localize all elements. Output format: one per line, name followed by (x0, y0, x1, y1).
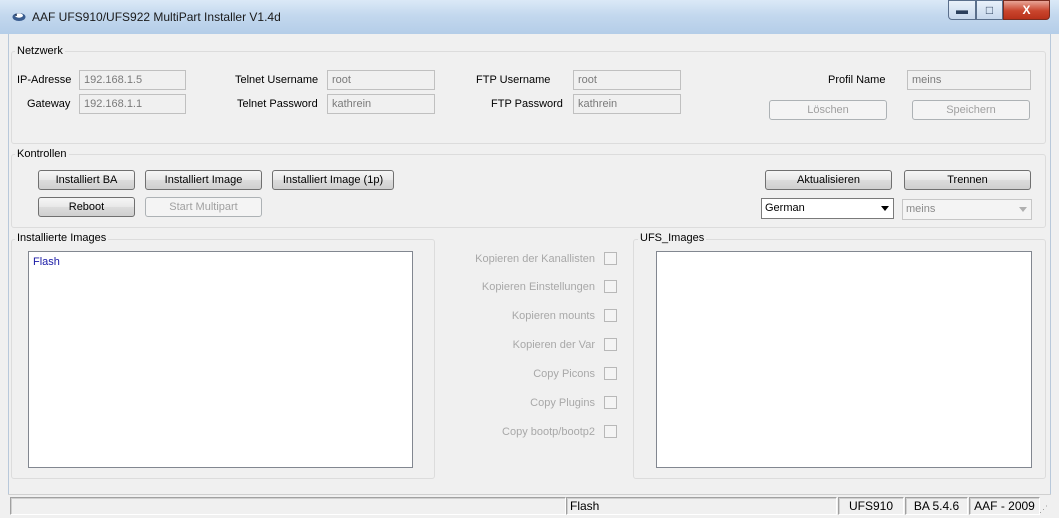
close-icon: X (1022, 3, 1031, 17)
app-window: AAF UFS910/UFS922 MultiPart Installer V1… (0, 0, 1059, 518)
resize-grip-icon[interactable]: ⋰ (1039, 504, 1048, 515)
save-profile-button[interactable]: Speichern (912, 100, 1030, 120)
profile-select[interactable]: meins (902, 199, 1032, 220)
copy-settings-checkbox[interactable] (604, 280, 617, 293)
status-panel-ba-version: BA 5.4.6 (905, 497, 968, 515)
profile-name-label: Profil Name (828, 74, 886, 86)
copy-channellists-option[interactable]: Kopieren der Kanallisten (449, 252, 617, 268)
reboot-button[interactable]: Reboot (38, 197, 135, 217)
minimize-icon: ▬ (956, 3, 968, 17)
controls-group-title: Kontrollen (15, 148, 69, 160)
copy-bootp-label: Copy bootp/bootp2 (502, 426, 595, 438)
ftp-username-label: FTP Username (476, 74, 551, 86)
installed-images-title: Installierte Images (15, 232, 109, 244)
window-title: AAF UFS910/UFS922 MultiPart Installer V1… (32, 10, 281, 24)
copy-bootp-checkbox[interactable] (604, 425, 617, 438)
copy-channellists-label: Kopieren der Kanallisten (475, 253, 595, 265)
client-area: Netzwerk IP-Adresse 192.168.1.5 Gateway … (8, 34, 1051, 518)
copy-settings-label: Kopieren Einstellungen (481, 281, 595, 293)
copy-plugins-option[interactable]: Copy Plugins (449, 396, 617, 412)
copy-picons-option[interactable]: Copy Picons (449, 367, 617, 383)
language-select-value: German (765, 202, 805, 214)
title-bar[interactable]: AAF UFS910/UFS922 MultiPart Installer V1… (0, 0, 1059, 34)
telnet-password-field[interactable]: kathrein (327, 94, 435, 114)
copy-settings-option[interactable]: Kopieren Einstellungen (449, 280, 617, 296)
copy-plugins-label: Copy Plugins (530, 397, 595, 409)
language-select[interactable]: German (761, 198, 894, 219)
disconnect-button[interactable]: Trennen (904, 170, 1031, 190)
copy-picons-label: Copy Picons (533, 368, 595, 380)
profile-name-field[interactable]: meins (907, 70, 1031, 90)
copy-channellists-checkbox[interactable] (604, 252, 617, 265)
network-group-title: Netzwerk (15, 45, 65, 57)
telnet-username-field[interactable]: root (327, 70, 435, 90)
copy-mounts-label: Kopieren mounts (511, 310, 595, 322)
ip-field[interactable]: 192.168.1.5 (79, 70, 186, 90)
minimize-button[interactable]: ▬ (948, 0, 976, 20)
close-button[interactable]: X (1003, 0, 1050, 20)
refresh-button[interactable]: Aktualisieren (765, 170, 892, 190)
ftp-password-label: FTP Password (491, 98, 563, 110)
copy-var-checkbox[interactable] (604, 338, 617, 351)
copy-var-option[interactable]: Kopieren der Var (449, 338, 617, 354)
status-panel-image: Flash (566, 497, 837, 515)
chevron-down-icon (1019, 207, 1027, 212)
list-item[interactable]: Flash (33, 256, 60, 268)
chevron-down-icon (881, 206, 889, 211)
ip-label: IP-Adresse (17, 74, 72, 86)
copy-mounts-checkbox[interactable] (604, 309, 617, 322)
ftp-username-field[interactable]: root (573, 70, 681, 90)
maximize-button[interactable]: □ (976, 0, 1003, 20)
telnet-username-label: Telnet Username (235, 74, 319, 86)
install-image-button[interactable]: Installiert Image (145, 170, 262, 190)
gateway-field[interactable]: 192.168.1.1 (79, 94, 186, 114)
copy-plugins-checkbox[interactable] (604, 396, 617, 409)
install-image-1p-button[interactable]: Installiert Image (1p) (272, 170, 394, 190)
delete-profile-button[interactable]: Löschen (769, 100, 887, 120)
ufs-images-list[interactable] (656, 251, 1032, 468)
copy-picons-checkbox[interactable] (604, 367, 617, 380)
gateway-label: Gateway (27, 98, 71, 110)
profile-select-value: meins (906, 203, 936, 215)
app-icon (12, 13, 26, 21)
copy-var-label: Kopieren der Var (512, 339, 595, 351)
status-panel-main (10, 497, 566, 515)
install-ba-button[interactable]: Installiert BA (38, 170, 135, 190)
status-panel-model: UFS910 (838, 497, 904, 515)
maximize-icon: □ (985, 3, 994, 17)
ftp-password-field[interactable]: kathrein (573, 94, 681, 114)
copy-mounts-option[interactable]: Kopieren mounts (449, 309, 617, 325)
copy-bootp-option[interactable]: Copy bootp/bootp2 (449, 425, 617, 441)
status-panel-copyright: AAF - 2009 (969, 497, 1040, 515)
telnet-password-label: Telnet Password (237, 98, 318, 110)
installed-images-list[interactable]: Flash (28, 251, 413, 468)
ufs-images-title: UFS_Images (638, 232, 707, 244)
start-multipart-button[interactable]: Start Multipart (145, 197, 262, 217)
status-bar: Flash UFS910 BA 5.4.6 AAF - 2009 ⋰ (8, 494, 1051, 518)
